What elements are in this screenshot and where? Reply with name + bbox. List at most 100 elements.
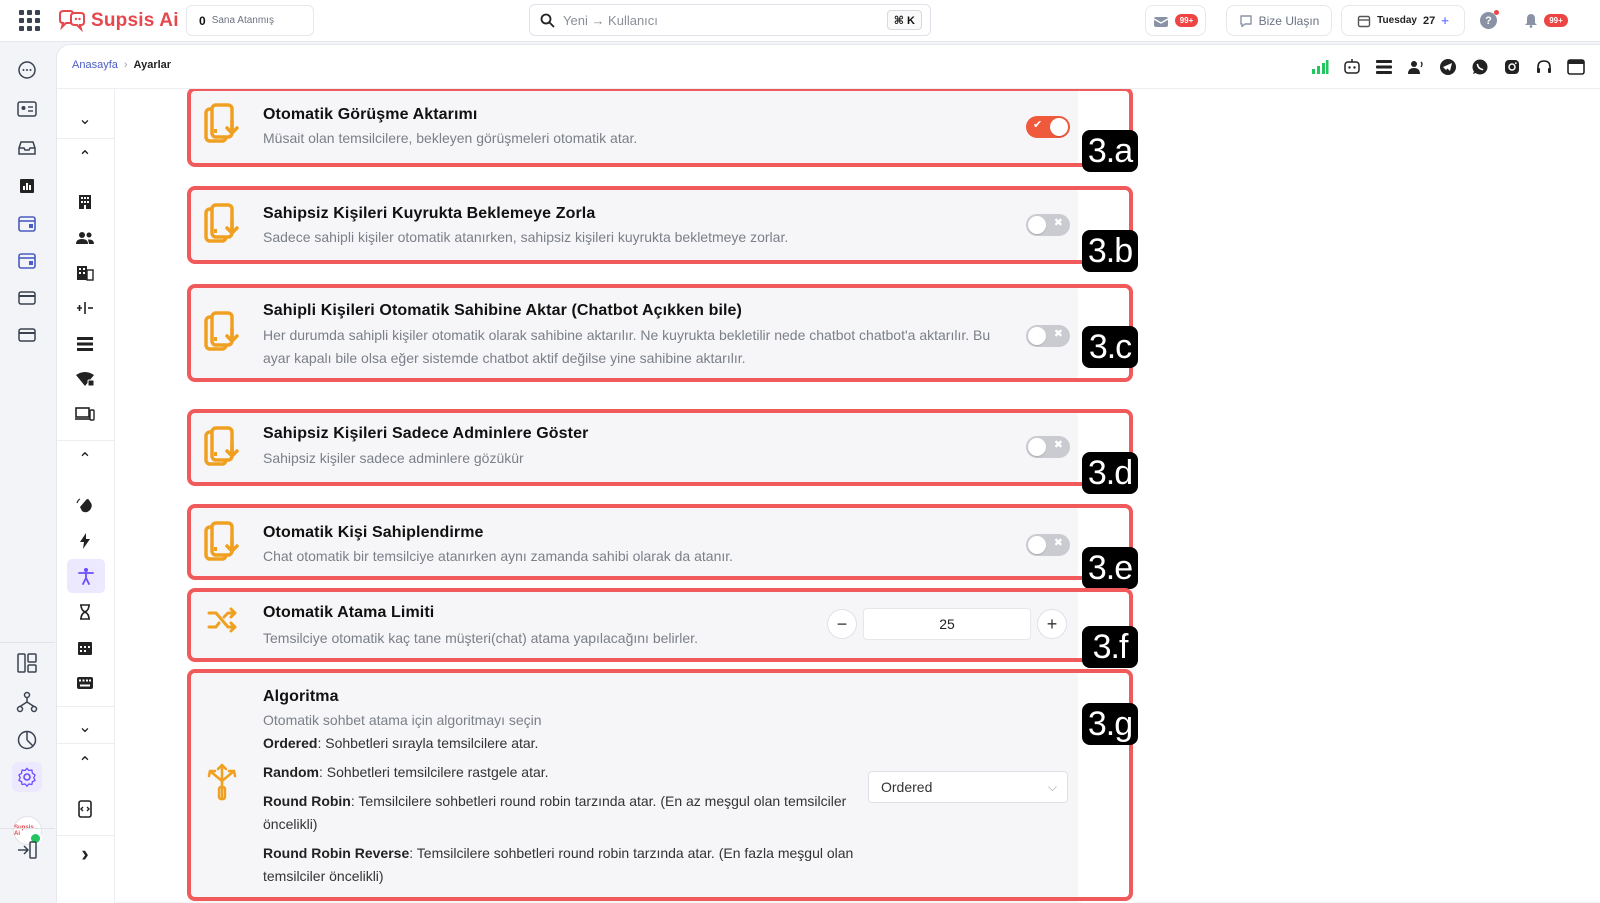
- building-icon[interactable]: [73, 190, 97, 214]
- settings-content: Otomatik Görüşme Aktarımı Müsait olan te…: [116, 89, 1600, 903]
- notifications-button[interactable]: 99+: [1513, 5, 1579, 36]
- code-window-icon[interactable]: [73, 797, 97, 821]
- list-lines-icon[interactable]: [73, 332, 97, 356]
- owner-transfer-toggle[interactable]: ✖: [1026, 325, 1070, 347]
- wifi-lock-icon[interactable]: [73, 367, 97, 391]
- card-alt-icon[interactable]: [16, 324, 38, 346]
- add-event-icon[interactable]: +: [1441, 13, 1449, 28]
- settings-icon[interactable]: [12, 762, 42, 792]
- keyboard-icon[interactable]: [73, 671, 97, 695]
- avatar-text: Supsis Ai: [14, 825, 34, 837]
- signal-bars-icon[interactable]: [1310, 57, 1330, 77]
- bell-icon: [1525, 14, 1538, 28]
- date-button[interactable]: Tuesday 27 +: [1341, 5, 1465, 36]
- chevron-down-icon[interactable]: ⌄: [73, 107, 97, 131]
- admin-only-toggle[interactable]: ✖: [1026, 436, 1070, 458]
- annotation-tag: 3.g: [1082, 703, 1138, 745]
- office-icon[interactable]: [73, 261, 97, 285]
- list-icon[interactable]: [1374, 57, 1394, 77]
- assigned-to-me-button[interactable]: 0 Sana Atanmış: [186, 5, 314, 36]
- breadcrumb-home[interactable]: Anasayfa: [72, 59, 118, 71]
- setting-description: Sadece sahipli kişiler otomatik atanırke…: [263, 229, 789, 245]
- shuffle-icon: [207, 607, 237, 633]
- algorithm-option-ordered: Ordered: Sohbetleri sırayla temsilcilere…: [263, 732, 883, 755]
- chevron-up-icon[interactable]: ⌃: [73, 751, 97, 775]
- flow-icon[interactable]: [16, 691, 38, 713]
- card-icon[interactable]: [16, 287, 38, 309]
- hourglass-icon[interactable]: [73, 600, 97, 624]
- option-text: : Temsilcilere sohbetleri round robin ta…: [263, 793, 847, 832]
- chatbot-icon[interactable]: [1342, 57, 1362, 77]
- assign-limit-input[interactable]: [863, 608, 1031, 640]
- window-alt-icon[interactable]: [16, 250, 38, 272]
- lightning-icon[interactable]: [73, 529, 97, 553]
- assigned-count: 0: [199, 13, 206, 28]
- calendar-icon[interactable]: [73, 636, 97, 660]
- chevron-down-icon: ⌵: [1047, 780, 1057, 794]
- dashboard-icon[interactable]: [16, 652, 38, 674]
- algorithm-select[interactable]: Ordered ⌵: [868, 771, 1068, 803]
- search-box[interactable]: ⌘ K: [529, 4, 931, 36]
- setting-description: Otomatik sohbet atama için algoritmayı s…: [263, 712, 542, 728]
- setting-description: Temsilciye otomatik kaç tane müşteri(cha…: [263, 630, 698, 646]
- chevron-up-icon[interactable]: ⌃: [73, 145, 97, 169]
- chevron-right-icon[interactable]: ›: [73, 841, 97, 866]
- decrement-button[interactable]: −: [827, 609, 857, 639]
- setting-title: Otomatik Kişi Sahiplendirme: [263, 524, 484, 541]
- setting-description: Müsait olan temsilcilere, bekleyen görüş…: [263, 130, 638, 146]
- help-icon: ?: [1480, 10, 1499, 29]
- date-day: Tuesday: [1377, 15, 1417, 26]
- setting-card-admin-only: Sahipsiz Kişileri Sadece Adminlere Göste…: [188, 412, 1133, 483]
- notifications-badge: 99+: [1544, 14, 1568, 27]
- chevron-up-icon[interactable]: ⌃: [73, 447, 97, 471]
- main-panel: Anasayfa › Ayarlar ⌄ ⌃ ⌃ ⌄ ⌃ › Otomatik …: [56, 44, 1600, 903]
- contact-card-icon[interactable]: [16, 98, 38, 120]
- balance-icon[interactable]: [73, 296, 97, 320]
- inbox-icon[interactable]: [16, 137, 38, 159]
- transfer-icon: [204, 203, 239, 243]
- setting-description: Chat otomatik bir temsilciye atanırken a…: [263, 548, 734, 564]
- transfer-icon: [204, 103, 239, 143]
- whatsapp-icon[interactable]: [1470, 57, 1490, 77]
- setting-title: Otomatik Atama Limiti: [263, 604, 435, 621]
- accessibility-icon[interactable]: [67, 559, 105, 593]
- annotation-tag: 3.e: [1082, 547, 1138, 589]
- pie-chart-icon[interactable]: [16, 729, 38, 751]
- annotation-tag: 3.a: [1082, 130, 1138, 172]
- telegram-icon[interactable]: [1438, 57, 1458, 77]
- users-voice-icon[interactable]: [1406, 57, 1426, 77]
- x-icon: ✖: [1053, 217, 1063, 229]
- force-queue-toggle[interactable]: ✖: [1026, 214, 1070, 236]
- option-name: Ordered: [263, 735, 318, 751]
- auto-owner-toggle[interactable]: ✖: [1026, 534, 1070, 556]
- setting-title: Sahipli Kişileri Otomatik Sahibine Aktar…: [263, 302, 742, 319]
- contact-us-button[interactable]: Bize Ulaşın: [1226, 5, 1332, 36]
- mail-button[interactable]: 99+: [1145, 5, 1206, 36]
- auto-transfer-toggle[interactable]: ✔: [1026, 116, 1070, 138]
- users-icon[interactable]: [73, 226, 97, 250]
- setting-description: Sahipsiz kişiler sadece adminlere gözükü…: [263, 450, 524, 466]
- x-icon: ✖: [1053, 537, 1063, 549]
- devices-icon[interactable]: [73, 402, 97, 426]
- setting-title: Sahipsiz Kişileri Kuyrukta Beklemeye Zor…: [263, 205, 596, 222]
- help-button[interactable]: ?: [1480, 10, 1499, 29]
- sidebar-expand-icon[interactable]: [16, 839, 38, 861]
- logo-text: Supsis Ai: [91, 10, 179, 31]
- increment-button[interactable]: +: [1037, 609, 1067, 639]
- search-shortcut: ⌘ K: [886, 10, 922, 30]
- search-input[interactable]: [563, 12, 863, 28]
- chevron-down-icon[interactable]: ⌄: [73, 715, 97, 739]
- waving-hand-icon[interactable]: [73, 494, 97, 518]
- app-logo[interactable]: Supsis Ai: [57, 8, 179, 34]
- chat-icon[interactable]: [16, 59, 38, 81]
- x-icon: ✖: [1053, 328, 1063, 340]
- window-panel-icon[interactable]: [1566, 57, 1586, 77]
- apps-grid-icon[interactable]: [19, 10, 40, 31]
- annotation-tag: 3.b: [1082, 230, 1138, 272]
- setting-description: Her durumda sahipli kişiler otomatik ola…: [263, 327, 991, 366]
- instagram-icon[interactable]: [1502, 57, 1522, 77]
- headset-icon[interactable]: [1534, 57, 1554, 77]
- setting-card-auto-transfer: Otomatik Görüşme Aktarımı Müsait olan te…: [188, 89, 1133, 163]
- report-icon[interactable]: [16, 175, 38, 197]
- window-icon[interactable]: [16, 213, 38, 235]
